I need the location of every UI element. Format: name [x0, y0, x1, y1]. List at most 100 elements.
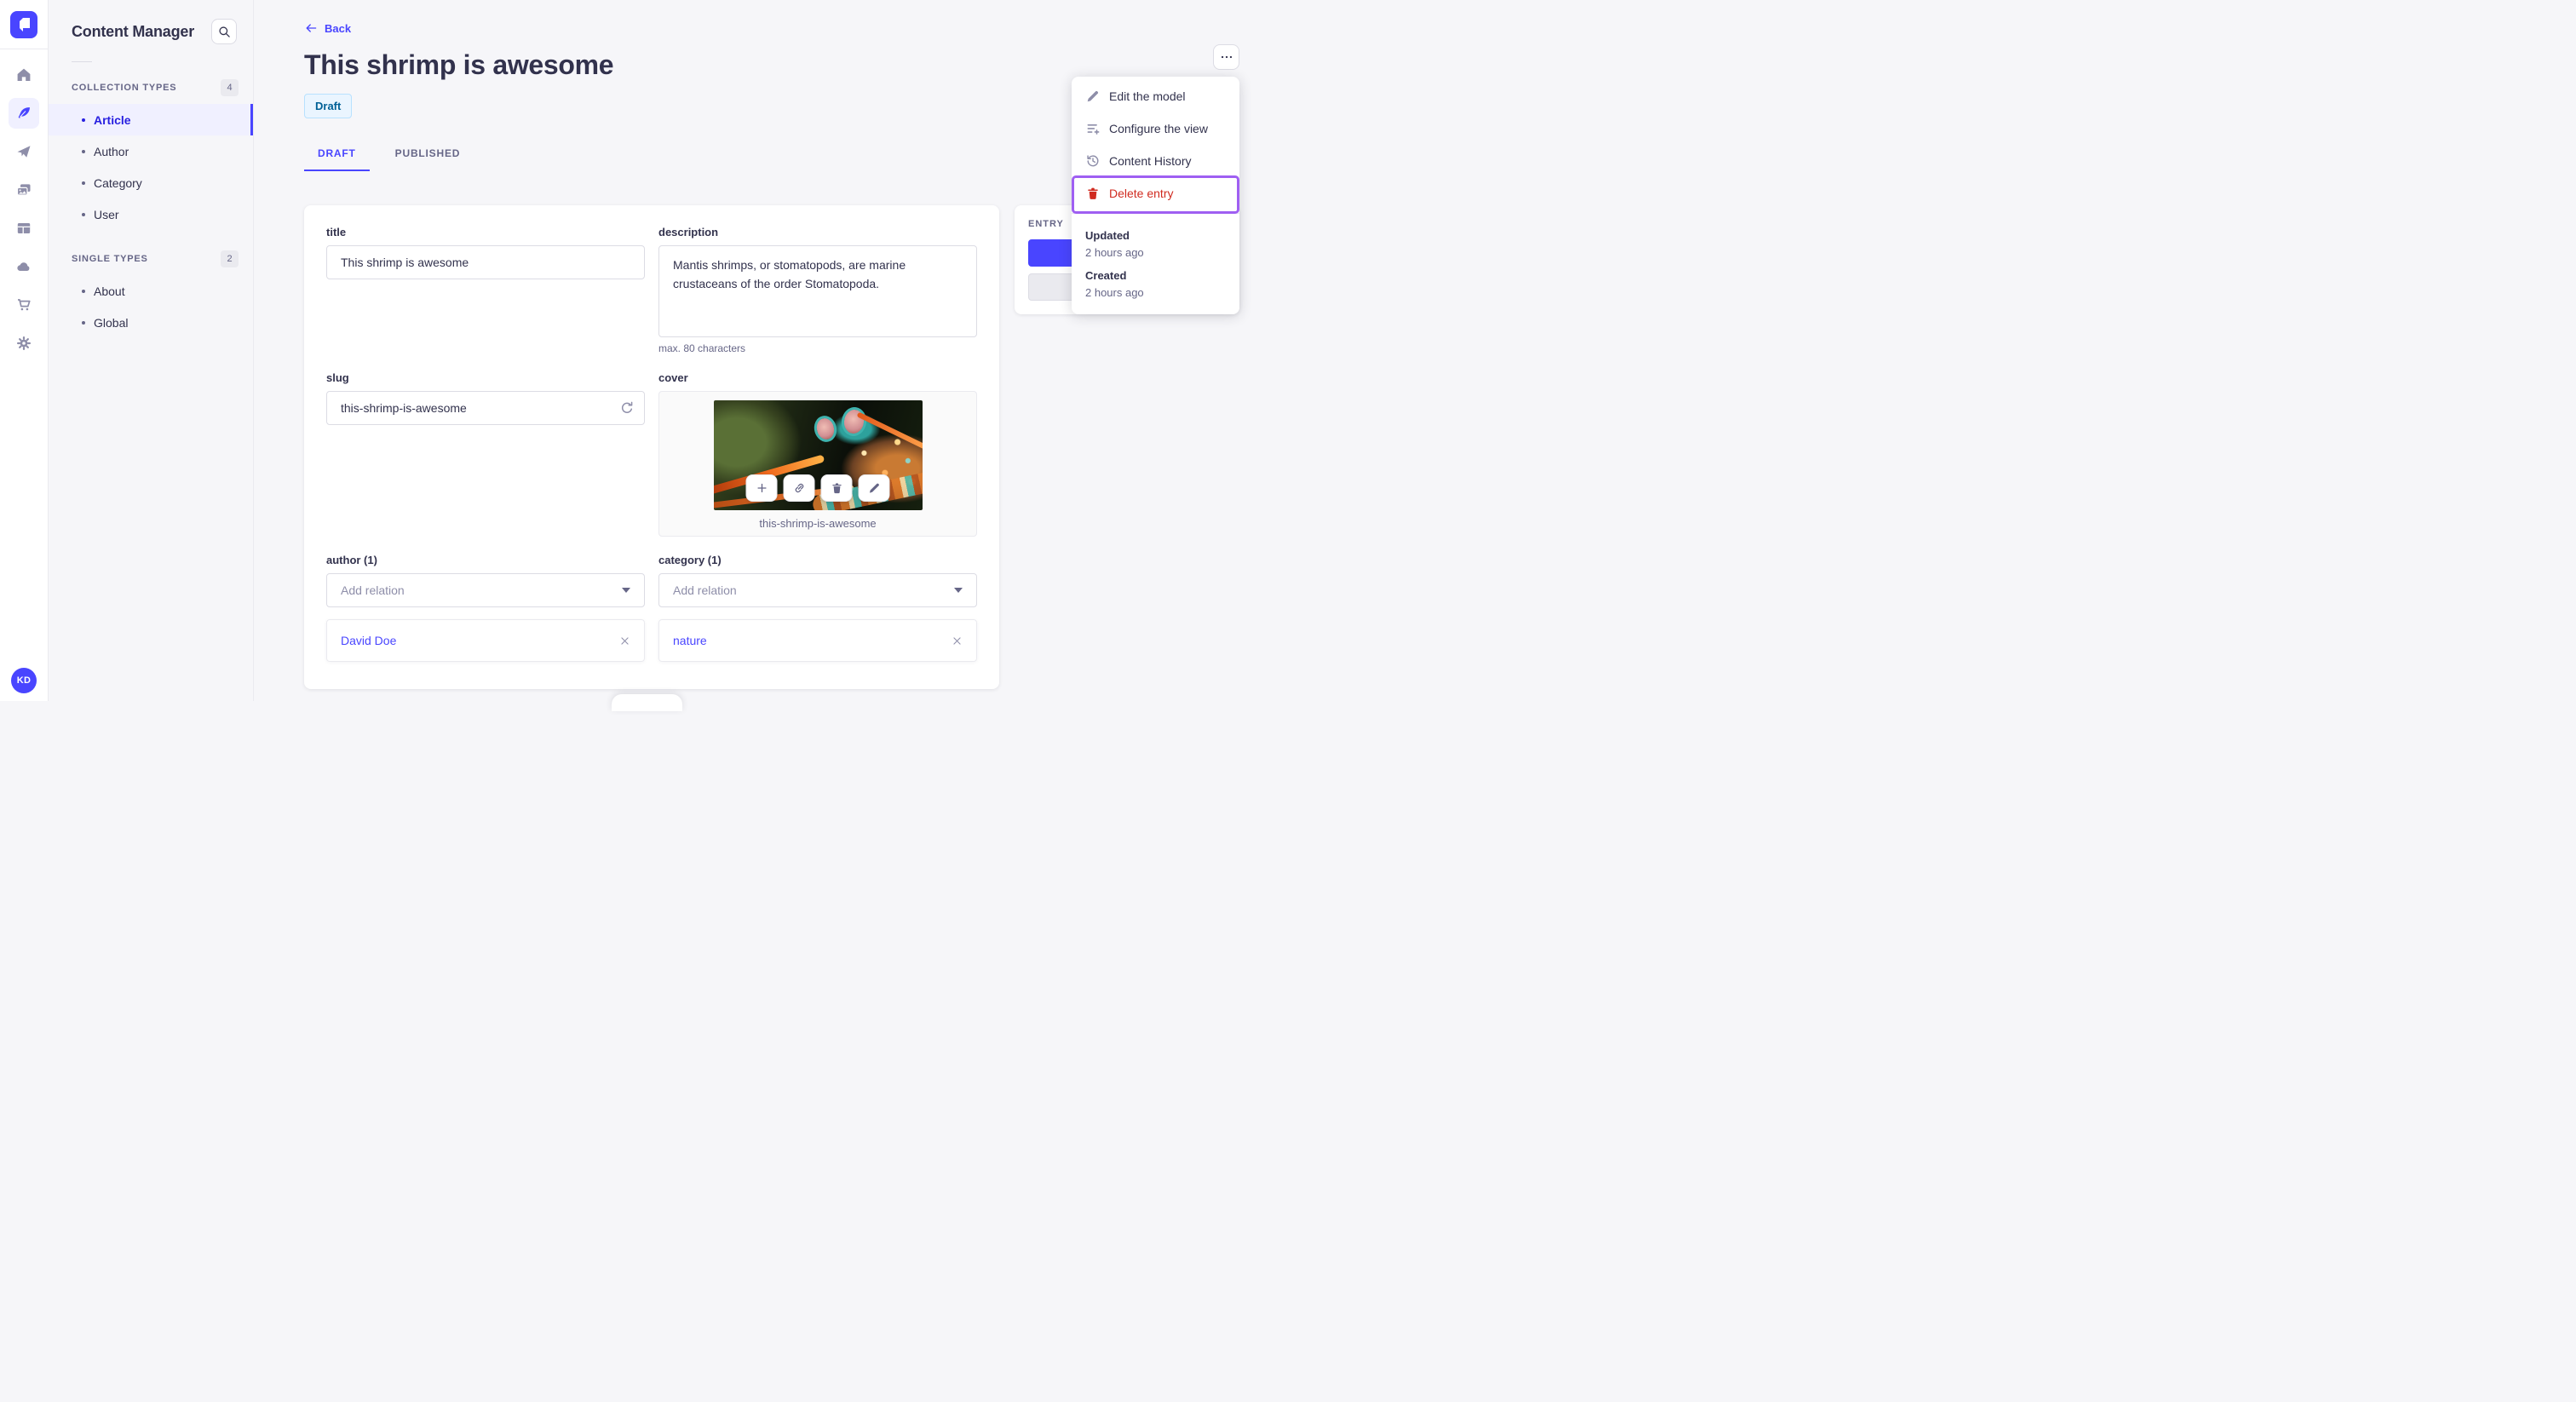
- plus-icon: [756, 483, 767, 493]
- remove-category-button[interactable]: [952, 635, 963, 646]
- trash-icon: [1088, 187, 1098, 199]
- actions-dropdown-menu: Edit the model Configure the view Conten…: [1072, 77, 1239, 314]
- more-actions-button[interactable]: [1213, 44, 1239, 70]
- rail-icon-list: [9, 60, 39, 359]
- app-window: KD Content Manager COLLECTION TYPES 4 Ar…: [0, 0, 1288, 711]
- regenerate-slug-button[interactable]: [618, 399, 635, 417]
- configure-list-icon: [1087, 124, 1100, 135]
- paper-plane-icon[interactable]: [9, 136, 39, 167]
- author-field-label: author (1): [326, 554, 377, 566]
- chevron-down-icon: [622, 588, 630, 593]
- close-icon: [621, 636, 629, 645]
- cover-action-bar: [745, 474, 890, 502]
- menu-item-configure-view[interactable]: Configure the view: [1072, 112, 1239, 145]
- sidebar-divider: [72, 61, 92, 62]
- main-content: Back This shrimp is awesome Draft DRAFT …: [254, 0, 1288, 711]
- tab-draft[interactable]: DRAFT: [304, 139, 370, 171]
- sidebar: Content Manager COLLECTION TYPES 4 Artic…: [49, 0, 254, 701]
- bullet-icon: [82, 181, 85, 185]
- pencil-icon: [1087, 91, 1098, 102]
- author-relation-select[interactable]: Add relation: [326, 573, 645, 607]
- bullet-icon: [82, 320, 85, 325]
- cover-image: [713, 400, 923, 510]
- feather-glyph: [18, 107, 30, 118]
- description-field-label: description: [658, 226, 719, 238]
- copy-link-button[interactable]: [783, 474, 815, 502]
- bullet-icon: [82, 212, 85, 216]
- menu-item-edit-model[interactable]: Edit the model: [1072, 80, 1239, 112]
- description-hint: max. 80 characters: [658, 342, 746, 354]
- sidebar-item-label: User: [94, 207, 119, 221]
- cloud-icon[interactable]: [9, 251, 39, 282]
- back-link[interactable]: Back: [304, 21, 351, 35]
- ellipsis-icon: [1221, 55, 1232, 59]
- category-relation-select[interactable]: Add relation: [658, 573, 977, 607]
- sidebar-item-about[interactable]: About: [49, 275, 253, 307]
- updated-label: Updated: [1085, 229, 1130, 242]
- strapi-logo-icon: [10, 11, 37, 38]
- entry-meta: Updated 2 hours ago Created 2 hours ago: [1072, 214, 1239, 314]
- user-avatar[interactable]: KD: [11, 668, 37, 693]
- pencil-icon: [869, 483, 879, 493]
- add-asset-button[interactable]: [745, 474, 778, 502]
- edit-asset-button[interactable]: [858, 474, 890, 502]
- cover-field-label: cover: [658, 371, 688, 384]
- layout-icon[interactable]: [9, 213, 39, 244]
- created-value: 2 hours ago: [1085, 286, 1144, 299]
- author-relation-link[interactable]: David Doe: [341, 634, 396, 647]
- bullet-icon: [82, 149, 85, 153]
- remove-author-button[interactable]: [619, 635, 630, 646]
- sidebar-item-user[interactable]: User: [49, 198, 253, 230]
- shrimp-eye: [811, 413, 839, 445]
- sidebar-item-author[interactable]: Author: [49, 135, 253, 167]
- author-select-placeholder: Add relation: [341, 583, 405, 597]
- cover-filename: this-shrimp-is-awesome: [759, 517, 877, 530]
- gear-icon[interactable]: [9, 328, 39, 359]
- media-glyph: [16, 184, 31, 196]
- floating-widget[interactable]: [612, 694, 682, 711]
- search-icon: [218, 26, 230, 37]
- description-textarea[interactable]: Mantis shrimps, or stomatopods, are mari…: [658, 245, 977, 337]
- layout-glyph: [17, 223, 31, 233]
- chevron-down-icon: [954, 588, 963, 593]
- tab-published[interactable]: PUBLISHED: [382, 139, 474, 171]
- sidebar-item-label: About: [94, 284, 125, 298]
- category-relation-item: nature: [658, 619, 977, 662]
- bullet-icon: [82, 118, 85, 122]
- category-select-placeholder: Add relation: [673, 583, 737, 597]
- menu-item-content-history[interactable]: Content History: [1072, 145, 1239, 177]
- title-input[interactable]: [326, 245, 645, 279]
- single-types-label: SINGLE TYPES: [72, 254, 148, 264]
- edit-form-card: title description Mantis shrimps, or sto…: [304, 205, 999, 689]
- menu-item-delete-entry[interactable]: Delete entry: [1072, 177, 1239, 210]
- media-icon[interactable]: [9, 175, 39, 205]
- category-relation-link[interactable]: nature: [673, 634, 707, 647]
- sidebar-item-article[interactable]: Article: [49, 104, 253, 135]
- paper-plane-glyph: [17, 146, 31, 158]
- gear-glyph: [17, 336, 31, 350]
- link-icon: [795, 483, 803, 493]
- bullet-icon: [82, 289, 85, 293]
- slug-input[interactable]: [326, 391, 645, 425]
- sidebar-item-category[interactable]: Category: [49, 167, 253, 198]
- updated-value: 2 hours ago: [1085, 246, 1144, 259]
- sidebar-item-label: Author: [94, 144, 129, 158]
- delete-asset-button[interactable]: [820, 474, 853, 502]
- collection-types-count: 4: [221, 79, 239, 96]
- collection-types-label: COLLECTION TYPES: [72, 83, 177, 93]
- created-label: Created: [1085, 269, 1127, 282]
- refresh-icon: [621, 401, 633, 413]
- sidebar-item-global[interactable]: Global: [49, 307, 253, 338]
- slug-field-label: slug: [326, 371, 349, 384]
- cover-asset-card: this-shrimp-is-awesome: [658, 391, 977, 537]
- search-button[interactable]: [211, 19, 237, 44]
- history-icon: [1087, 155, 1099, 167]
- title-field-label: title: [326, 226, 347, 238]
- category-field-label: category (1): [658, 554, 722, 566]
- home-icon[interactable]: [9, 60, 39, 90]
- nav-rail: KD: [0, 0, 49, 701]
- strapi-logo[interactable]: [10, 11, 37, 38]
- feather-icon[interactable]: [9, 98, 39, 129]
- cart-icon[interactable]: [9, 290, 39, 320]
- sidebar-item-label: Article: [94, 112, 131, 127]
